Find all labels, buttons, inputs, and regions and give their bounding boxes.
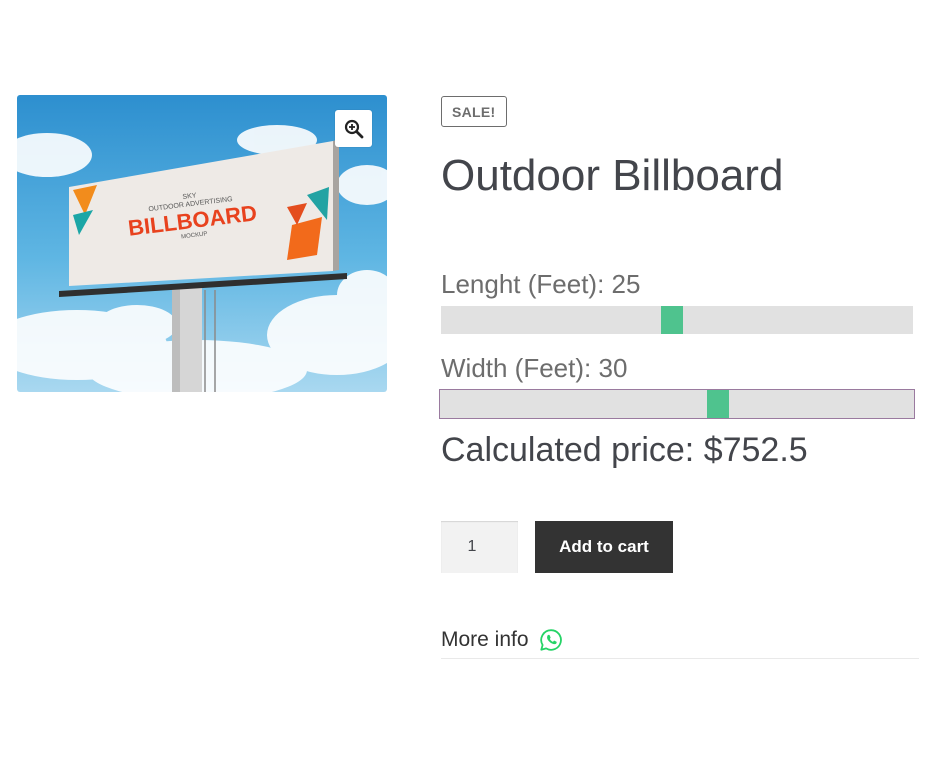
calculated-price: Calculated price: $752.5	[441, 428, 808, 472]
price-value: $752.5	[703, 431, 808, 469]
whatsapp-icon[interactable]	[539, 628, 563, 652]
price-label: Calculated price:	[441, 431, 704, 469]
product-image[interactable]: SKY OUTDOOR ADVERTISING BILLBOARD MOCKUP	[17, 95, 387, 392]
width-slider-handle[interactable]	[707, 390, 729, 418]
more-info-label: More info	[441, 628, 529, 651]
length-label-text: Lenght (Feet):	[441, 269, 612, 299]
width-value: 30	[598, 353, 628, 383]
billboard-picture	[17, 95, 387, 392]
length-slider[interactable]	[441, 306, 913, 334]
length-slider-handle[interactable]	[661, 306, 683, 334]
width-label-text: Width (Feet):	[441, 353, 599, 383]
width-slider[interactable]	[439, 389, 915, 419]
zoom-button[interactable]	[335, 110, 372, 147]
zoom-in-icon	[344, 119, 363, 138]
width-label: Width (Feet): 30	[441, 352, 627, 384]
sale-badge: SALE!	[441, 96, 507, 127]
more-info-link[interactable]: More info	[441, 622, 919, 659]
add-to-cart-button[interactable]: Add to cart	[535, 521, 673, 573]
length-label: Lenght (Feet): 25	[441, 268, 640, 300]
length-value: 25	[611, 269, 641, 299]
product-title: Outdoor Billboard	[441, 151, 784, 200]
quantity-input[interactable]	[441, 521, 518, 573]
